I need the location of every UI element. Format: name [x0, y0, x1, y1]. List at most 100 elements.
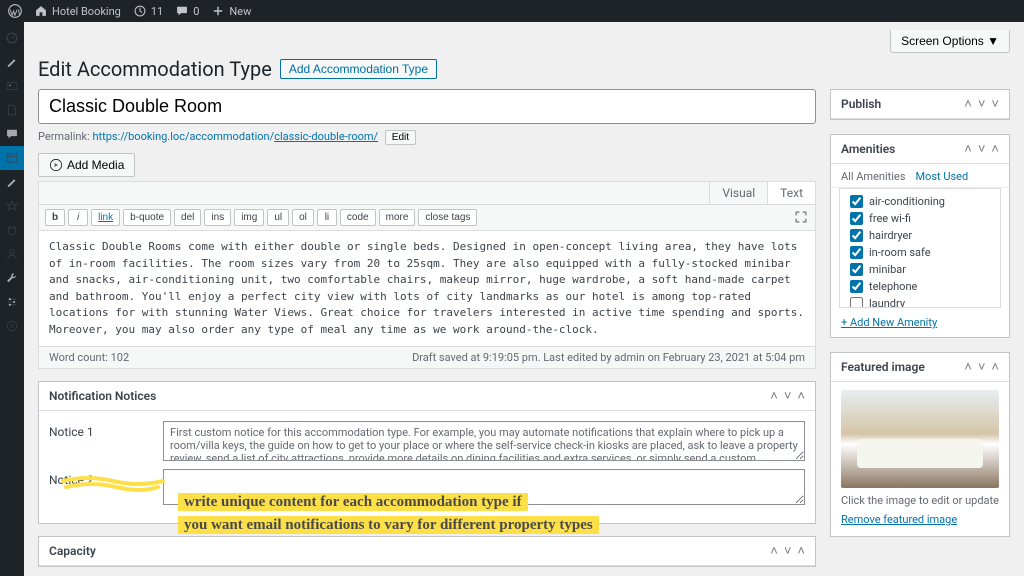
new-label: New [229, 5, 251, 18]
amenity-item[interactable]: air-conditioning [850, 193, 990, 210]
amenity-item[interactable]: in-room safe [850, 244, 990, 261]
panel-toggle-icon[interactable]: ˄ [797, 388, 805, 404]
amenity-item[interactable]: laundry [850, 295, 990, 308]
amenity-label: telephone [869, 280, 917, 293]
publish-title: Publish [841, 97, 881, 111]
add-media-button[interactable]: Add Media [38, 153, 135, 177]
remove-featured-link[interactable]: Remove featured image [831, 513, 1009, 536]
tab-visual[interactable]: Visual [709, 182, 767, 204]
panel-toggle-icon[interactable]: ˄ [991, 359, 999, 375]
sidebar-media[interactable] [0, 74, 24, 98]
panel-down-icon[interactable]: ˅ [978, 359, 986, 375]
sidebar-appearance[interactable] [0, 194, 24, 218]
notices-title: Notification Notices [49, 389, 156, 403]
featured-title: Featured image [841, 360, 925, 374]
amenity-checkbox[interactable] [850, 297, 863, 308]
panel-down-icon[interactable]: ˅ [784, 388, 792, 404]
amenity-label: in-room safe [869, 246, 931, 259]
panel-up-icon[interactable]: ˄ [964, 141, 972, 157]
ed-ol[interactable]: ol [292, 209, 314, 226]
amenity-label: air-conditioning [869, 195, 945, 208]
notice2-label: Notice 2 [49, 469, 149, 487]
sidebar-comments[interactable] [0, 122, 24, 146]
sidebar-plugins[interactable] [0, 218, 24, 242]
comments-count: 0 [193, 5, 199, 18]
ed-ul[interactable]: ul [267, 209, 289, 226]
sidebar-collapse[interactable] [0, 314, 24, 338]
panel-down-icon[interactable]: ˅ [978, 96, 986, 112]
amenity-label: free wi-fi [869, 212, 911, 225]
panel-up-icon[interactable]: ˄ [770, 543, 778, 559]
site-name: Hotel Booking [52, 5, 121, 18]
editor-textarea[interactable]: Classic Double Rooms come with either do… [39, 231, 815, 346]
amenity-checkbox[interactable] [850, 263, 863, 276]
screen-options-button[interactable]: Screen Options ▼ [890, 30, 1010, 53]
sidebar-pages[interactable] [0, 98, 24, 122]
amenity-checkbox[interactable] [850, 280, 863, 293]
ed-del[interactable]: del [174, 209, 201, 226]
featured-image[interactable] [841, 390, 999, 488]
updates[interactable]: 11 [133, 4, 163, 18]
ed-ins[interactable]: ins [204, 209, 231, 226]
notice1-label: Notice 1 [49, 421, 149, 439]
ed-italic[interactable]: i [68, 209, 88, 226]
amenity-checkbox[interactable] [850, 212, 863, 225]
panel-up-icon[interactable]: ˄ [964, 96, 972, 112]
tab-text[interactable]: Text [767, 182, 815, 204]
site-home[interactable]: Hotel Booking [34, 4, 121, 18]
ed-bold[interactable]: b [45, 209, 65, 226]
ed-more[interactable]: more [379, 209, 416, 226]
add-accommodation-button[interactable]: Add Accommodation Type [280, 59, 437, 79]
panel-toggle-icon[interactable]: ˄ [797, 543, 805, 559]
panel-down-icon[interactable]: ˅ [978, 141, 986, 157]
sidebar-users[interactable] [0, 242, 24, 266]
notice1-textarea[interactable] [163, 421, 805, 461]
amenity-checkbox[interactable] [850, 246, 863, 259]
sidebar-tools[interactable] [0, 266, 24, 290]
panel-up-icon[interactable]: ˄ [964, 359, 972, 375]
permalink-label: Permalink: [38, 130, 90, 143]
word-count: Word count: 102 [49, 351, 129, 364]
permalink-edit-button[interactable]: Edit [385, 130, 416, 145]
panel-toggle-icon[interactable]: ˅ [991, 96, 999, 112]
tab-all-amenities[interactable]: All Amenities [841, 170, 905, 183]
panel-down-icon[interactable]: ˅ [784, 543, 792, 559]
permalink-row: Permalink: https://booking.loc/accommoda… [38, 124, 816, 153]
sidebar-bookings[interactable] [0, 170, 24, 194]
page-title: Edit Accommodation Type [38, 57, 272, 81]
ed-li[interactable]: li [317, 209, 337, 226]
tab-most-used[interactable]: Most Used [915, 170, 968, 183]
amenity-item[interactable]: minibar [850, 261, 990, 278]
amenity-label: hairdryer [869, 229, 912, 242]
permalink-link[interactable]: https://booking.loc/accommodation/classi… [92, 130, 378, 143]
add-amenity-link[interactable]: + Add New Amenity [831, 316, 1009, 337]
ed-link[interactable]: link [91, 209, 120, 226]
ed-quote[interactable]: b-quote [123, 209, 171, 226]
notice2-textarea[interactable] [163, 469, 805, 505]
amenity-item[interactable]: hairdryer [850, 227, 990, 244]
panel-toggle-icon[interactable]: ˄ [991, 141, 999, 157]
title-input[interactable] [38, 89, 816, 124]
new-content[interactable]: New [211, 4, 251, 18]
comments[interactable]: 0 [175, 4, 199, 18]
ed-close[interactable]: close tags [418, 209, 477, 226]
panel-up-icon[interactable]: ˄ [770, 388, 778, 404]
amenity-checkbox[interactable] [850, 195, 863, 208]
featured-caption: Click the image to edit or update [831, 494, 1009, 513]
draft-status: Draft saved at 9:19:05 pm. Last edited b… [412, 351, 805, 364]
wp-logo[interactable] [8, 4, 22, 18]
amenity-label: laundry [869, 297, 905, 308]
ed-img[interactable]: img [234, 209, 264, 226]
sidebar-posts[interactable] [0, 50, 24, 74]
sidebar-settings[interactable] [0, 290, 24, 314]
amenity-item[interactable]: free wi-fi [850, 210, 990, 227]
updates-count: 11 [151, 5, 163, 18]
amenity-checkbox[interactable] [850, 229, 863, 242]
amenities-title: Amenities [841, 142, 895, 156]
sidebar-accommodation[interactable] [0, 146, 24, 170]
fullscreen-icon[interactable] [793, 209, 809, 229]
sidebar-dashboard[interactable] [0, 26, 24, 50]
amenity-label: minibar [869, 263, 906, 276]
amenity-item[interactable]: telephone [850, 278, 990, 295]
ed-code[interactable]: code [340, 209, 376, 226]
